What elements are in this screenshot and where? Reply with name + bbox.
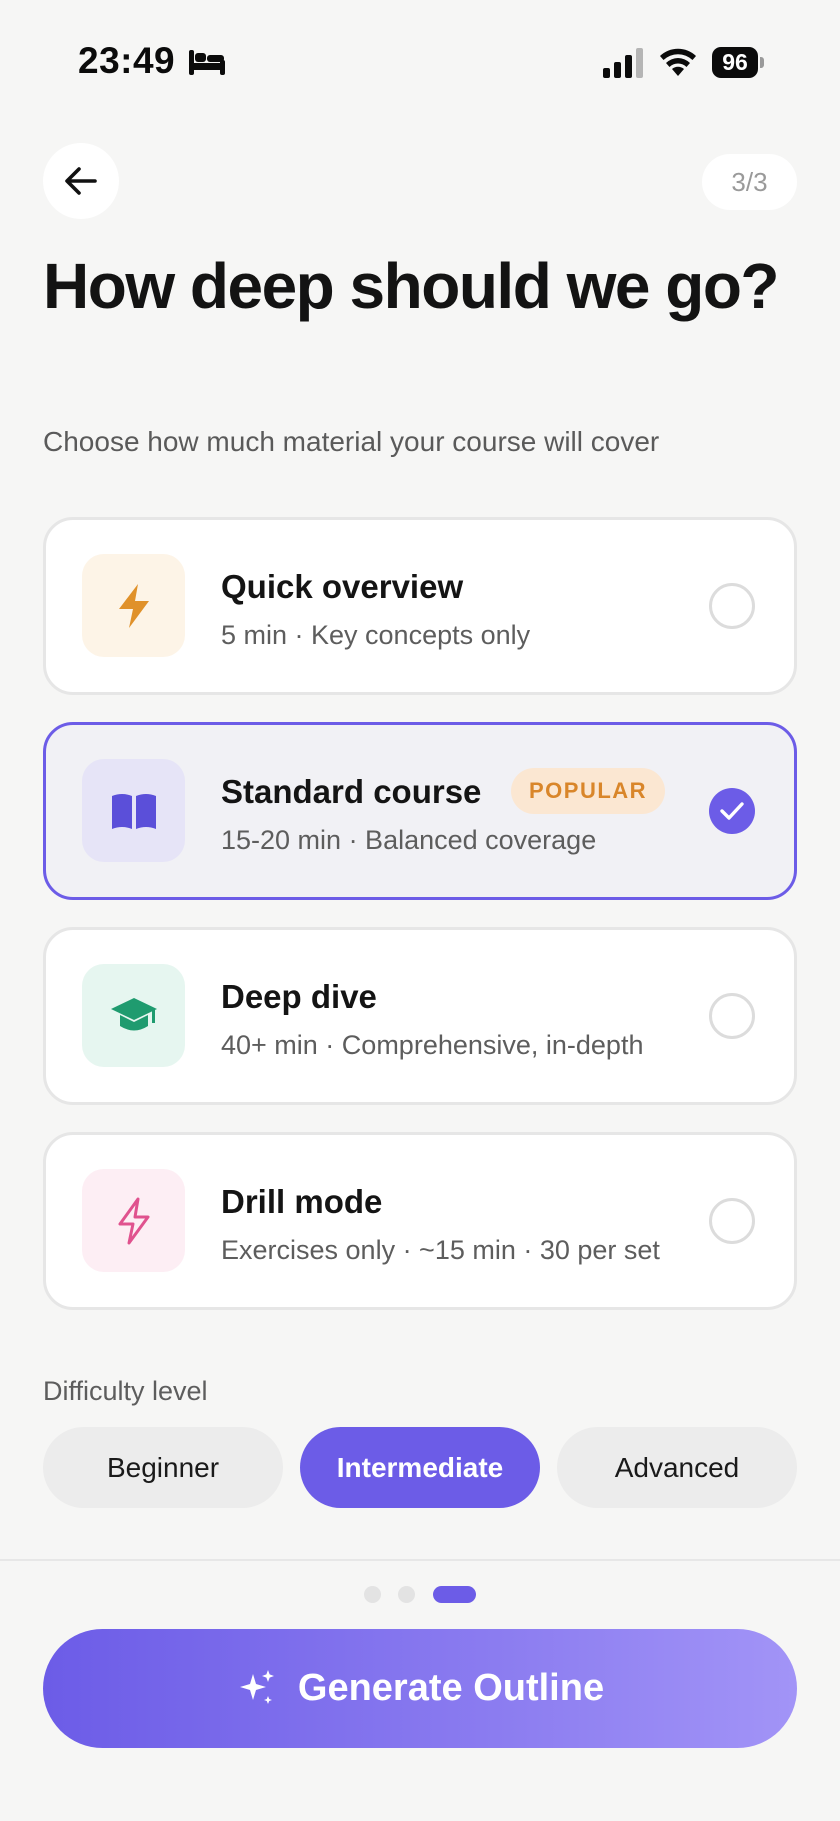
option-icon-box <box>82 759 185 862</box>
battery-indicator: 96 <box>712 47 764 78</box>
difficulty-label: Difficulty level <box>43 1376 208 1406</box>
page-dot-1 <box>364 1586 381 1603</box>
step-indicator: 3/3 <box>702 154 797 210</box>
option-standard-course[interactable]: Standard course POPULAR 15-20 min · Bala… <box>43 722 797 900</box>
battery-level: 96 <box>712 47 758 78</box>
lightning-outline-icon <box>118 1197 149 1244</box>
difficulty-advanced-button[interactable]: Advanced <box>557 1427 797 1508</box>
difficulty-intermediate-button[interactable]: Intermediate <box>300 1427 540 1508</box>
option-radio[interactable] <box>709 993 755 1039</box>
page-dot-2 <box>398 1586 415 1603</box>
option-title: Standard course <box>221 773 482 810</box>
cellular-signal-icon <box>603 48 643 78</box>
option-radio[interactable] <box>709 583 755 629</box>
option-title: Deep dive <box>221 978 377 1015</box>
status-bar: 23:49 96 <box>0 0 840 120</box>
generate-outline-label: Generate Outline <box>297 1667 605 1709</box>
option-description: Exercises only · ~15 min · 30 per set <box>221 1235 660 1265</box>
option-description: 40+ min · Comprehensive, in-depth <box>221 1030 644 1060</box>
open-book-icon <box>111 793 156 829</box>
status-time: 23:49 <box>78 40 176 81</box>
battery-tip <box>760 57 764 68</box>
popular-badge: POPULAR <box>511 768 666 814</box>
generate-outline-button[interactable]: Generate Outline <box>43 1629 797 1748</box>
back-button[interactable] <box>43 143 119 219</box>
option-icon-box <box>82 964 185 1067</box>
option-icon-box <box>82 554 185 657</box>
graduation-cap-icon <box>110 997 157 1030</box>
option-title: Drill mode <box>221 1183 383 1220</box>
page-title: How deep should we go? <box>43 250 780 322</box>
option-radio[interactable] <box>709 1198 755 1244</box>
wifi-icon <box>660 48 696 76</box>
option-title: Quick overview <box>221 568 464 605</box>
arrow-left-icon <box>65 167 97 195</box>
page-dot-3-active <box>433 1586 476 1603</box>
page-subtitle: Choose how much material your course wil… <box>43 426 660 457</box>
checkmark-icon <box>720 802 744 820</box>
option-radio-checked[interactable] <box>709 788 755 834</box>
option-deep-dive[interactable]: Deep dive 40+ min · Comprehensive, in-de… <box>43 927 797 1105</box>
option-drill-mode[interactable]: Drill mode Exercises only · ~15 min · 30… <box>43 1132 797 1310</box>
bottom-divider <box>0 1559 840 1561</box>
difficulty-beginner-button[interactable]: Beginner <box>43 1427 283 1508</box>
sparkles-icon <box>239 1669 274 1704</box>
option-quick-overview[interactable]: Quick overview 5 min · Key concepts only <box>43 517 797 695</box>
option-icon-box <box>82 1169 185 1272</box>
lightning-bolt-icon <box>118 583 149 628</box>
option-description: 5 min · Key concepts only <box>221 620 531 650</box>
sleep-focus-icon <box>189 50 225 75</box>
option-description: 15-20 min · Balanced coverage <box>221 825 597 855</box>
